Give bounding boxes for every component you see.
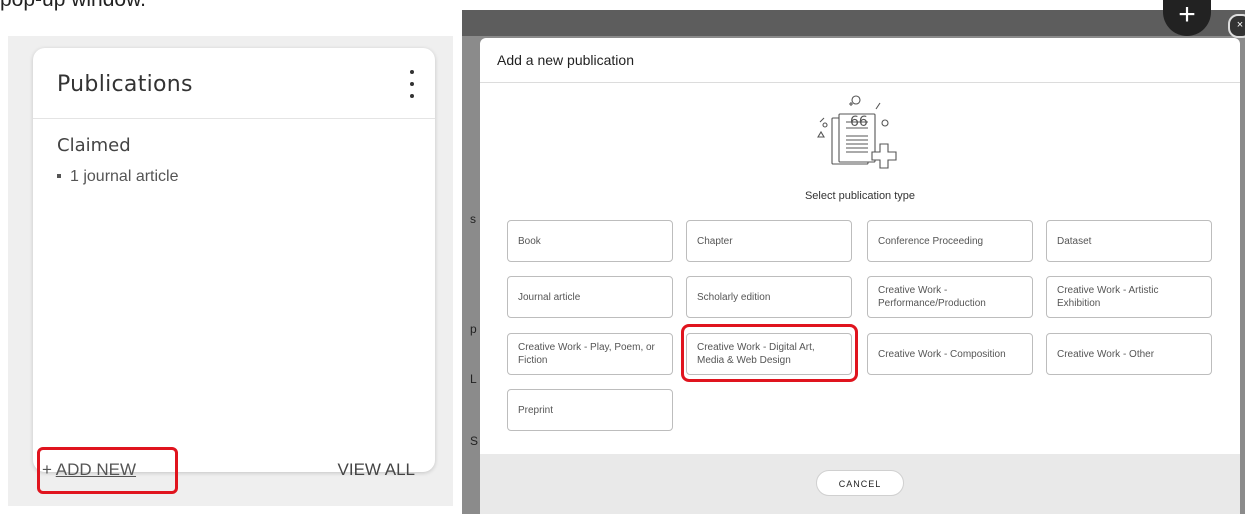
background-app-bar xyxy=(462,10,1245,36)
view-all-link[interactable]: VIEW ALL xyxy=(338,460,415,480)
close-icon[interactable]: × xyxy=(1228,14,1245,38)
type-preprint-button[interactable]: Preprint xyxy=(507,389,673,431)
dialog-title: Add a new publication xyxy=(497,52,634,68)
type-book-button[interactable]: Book xyxy=(507,220,673,262)
background-text-fragment: s xyxy=(470,212,476,226)
caption-text: pop-up window. xyxy=(0,0,146,12)
type-journal-article-button[interactable]: Journal article xyxy=(507,276,673,318)
publications-card: Publications Claimed 1 journal article +… xyxy=(33,48,435,479)
background-text-fragment: p xyxy=(470,322,477,336)
card-header: Publications xyxy=(33,48,435,119)
claimed-item-label: 1 journal article xyxy=(70,168,179,185)
type-performance-production-button[interactable]: Creative Work - Performance/Production xyxy=(867,276,1033,318)
cancel-button[interactable]: CANCEL xyxy=(816,470,904,496)
background-text-fragment: S xyxy=(470,434,479,448)
more-options-icon[interactable] xyxy=(407,70,417,98)
type-artistic-exhibition-button[interactable]: Creative Work - Artistic Exhibition xyxy=(1046,276,1212,318)
select-type-label: Select publication type xyxy=(804,190,916,202)
bullet-icon xyxy=(57,173,61,178)
type-chapter-button[interactable]: Chapter xyxy=(686,220,852,262)
digital-art-highlight xyxy=(681,324,858,382)
add-publication-dialog: Add a new publication 66 Select publicat… xyxy=(480,38,1240,514)
type-dataset-button[interactable]: Dataset xyxy=(1046,220,1212,262)
background-text-fragment: L xyxy=(470,372,477,386)
type-conference-proceeding-button[interactable]: Conference Proceeding xyxy=(867,220,1033,262)
publication-illustration-icon: 66 xyxy=(817,95,897,169)
dialog-footer: CANCEL xyxy=(480,454,1240,514)
claimed-list-item: 1 journal article xyxy=(57,168,179,186)
svg-text:66: 66 xyxy=(850,114,868,130)
card-title: Publications xyxy=(57,72,193,97)
type-other-button[interactable]: Creative Work - Other xyxy=(1046,333,1212,375)
type-composition-button[interactable]: Creative Work - Composition xyxy=(867,333,1033,375)
type-scholarly-edition-button[interactable]: Scholarly edition xyxy=(686,276,852,318)
dialog-header: Add a new publication xyxy=(480,38,1240,83)
type-play-poem-fiction-button[interactable]: Creative Work - Play, Poem, or Fiction xyxy=(507,333,673,375)
add-new-highlight xyxy=(37,447,178,494)
claimed-heading: Claimed xyxy=(57,135,131,156)
